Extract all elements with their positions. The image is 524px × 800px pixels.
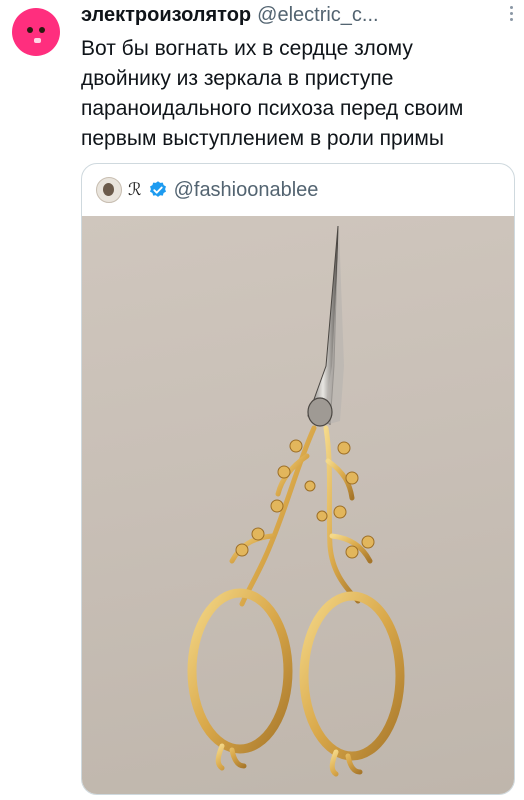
avatar-mouth (34, 38, 41, 43)
quoted-photo[interactable] (82, 216, 514, 794)
quoted-avatar[interactable] (96, 177, 122, 203)
quoted-tweet-header: ℛ @fashioonablee (96, 176, 318, 204)
user-handle[interactable]: @electric_c... (257, 4, 378, 27)
avatar[interactable] (12, 8, 60, 56)
quoted-tweet[interactable]: ℛ @fashioonablee (81, 163, 515, 795)
more-options-icon[interactable] (508, 6, 514, 24)
scissors-emoji-icon: ℛ (128, 180, 142, 199)
avatar-eye-right (39, 27, 45, 33)
verified-badge-icon (149, 181, 166, 197)
tweet-header: электроизолятор @electric_c... (81, 2, 501, 28)
quoted-handle[interactable]: @fashioonablee (174, 179, 319, 202)
display-name[interactable]: электроизолятор (81, 4, 251, 27)
avatar-eye-left (27, 27, 33, 33)
tweet[interactable]: электроизолятор @electric_c... Вот бы во… (0, 0, 524, 800)
ornate-scissors-image (187, 225, 405, 777)
tweet-text: Вот бы вогнать их в сердце злому двойник… (81, 37, 464, 150)
